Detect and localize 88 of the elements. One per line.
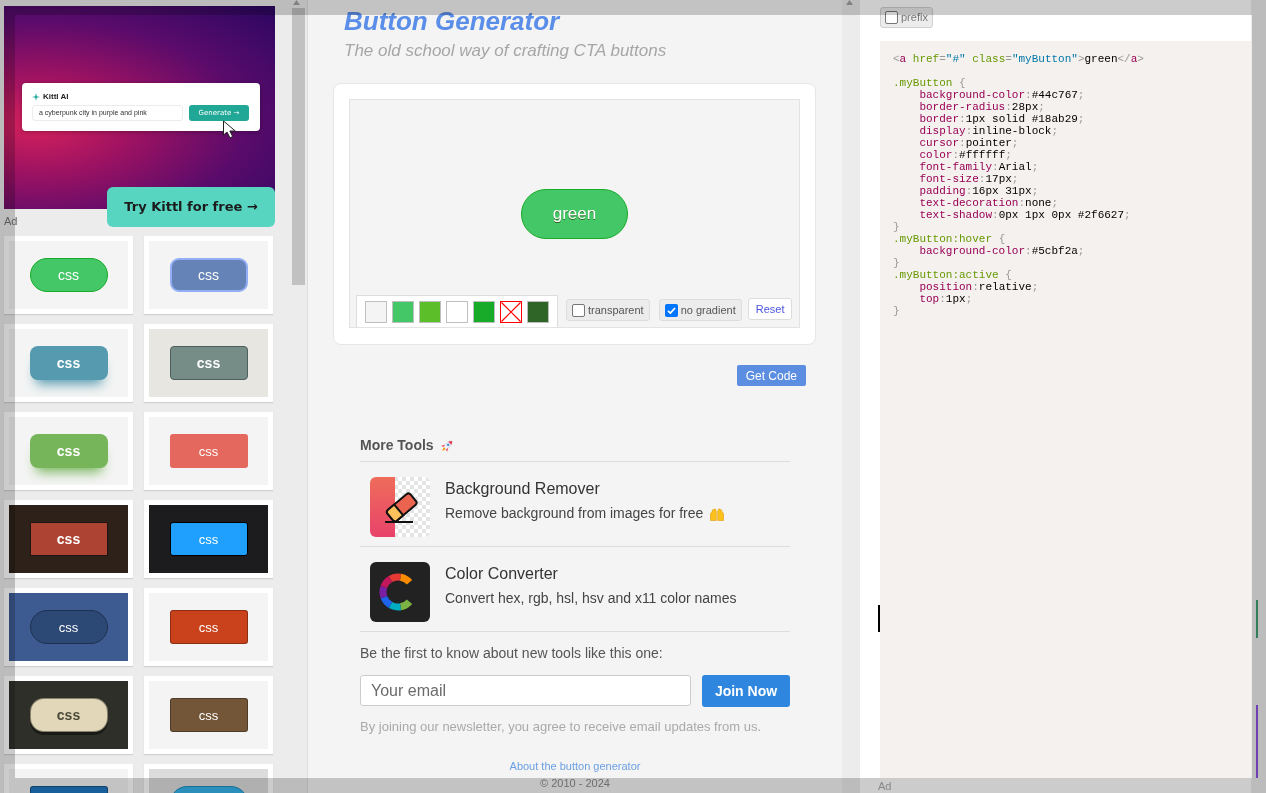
color-swatch[interactable] [446,300,468,323]
code-line: border:1px solid #18ab29; [918,113,1085,125]
sample-button[interactable]: css [169,610,248,644]
preset-card[interactable]: css [144,324,273,402]
option-toggle[interactable]: transparent [566,299,650,321]
ad-label: Ad [4,214,18,228]
preset-card[interactable]: css [144,412,273,490]
color-swatch[interactable] [365,300,387,323]
preset-card[interactable]: css [4,324,133,402]
preview-button[interactable]: green [521,189,628,239]
tool-description: Remove background from images for free [445,505,704,522]
code-line: top:1px; [918,293,973,305]
text-cursor-icon [878,605,880,632]
code-line: .myButton:active { [893,269,1012,281]
code-line: cursor:pointer; [918,137,1019,149]
edge-strip [1256,600,1258,638]
scroll-up-arrow-icon[interactable] [293,0,300,5]
checkbox[interactable] [664,303,678,317]
checkbox[interactable] [572,303,585,317]
tool-title[interactable]: Background Remover [445,479,600,498]
newsletter-prompt: Be the first to know about new tools like this one: [360,645,663,662]
color-swatch[interactable] [392,300,414,323]
preset-card[interactable]: css [4,236,133,314]
reset-button[interactable]: Reset [747,298,793,320]
code-line: position:relative; [918,281,1039,293]
try-free-button[interactable]: Try Kittl for free → [107,187,275,227]
code-line: padding:16px 31px; [918,185,1039,197]
code-line: font-family:Arial; [918,161,1039,173]
email-field[interactable]: Your email [360,675,691,706]
code-line: } [893,257,900,269]
about-link[interactable]: About the button generator [509,760,641,773]
preset-card[interactable]: css [4,676,133,754]
code-line: .myButton { [893,77,966,89]
preset-card[interactable]: css [144,500,273,578]
code-line: text-shadow:0px 1px 0px #2f6627; [918,209,1131,221]
preset-card[interactable]: css [4,412,133,490]
get-code-button[interactable]: Get Code [736,365,806,386]
cross-icon [501,301,521,322]
sparkle-icon [32,92,40,101]
color-ring-icon[interactable] [370,562,430,622]
color-swatch[interactable] [473,300,495,323]
color-swatch[interactable] [527,300,549,323]
code-line: background-color:#44c767; [918,89,1085,101]
code-line: border-radius:28px; [918,101,1045,113]
ad-label: Ad [878,781,892,792]
preset-card[interactable]: css [144,676,273,754]
preset-card[interactable]: css [144,236,273,314]
scrollbar-thumb[interactable] [292,8,305,285]
sample-button[interactable]: css [169,522,248,556]
tool-description: Convert hex, rgb, hsl, hsv and x11 color names [445,590,737,607]
code-line: } [893,305,900,317]
code-line: font-size:17px; [918,173,1019,185]
copyright-text: © 2010 - 2024 [540,777,610,790]
sample-button[interactable]: css [29,434,108,468]
join-now-button[interactable]: Join Now [702,675,790,707]
tool-title[interactable]: Color Converter [445,564,558,583]
sample-button[interactable]: css [29,258,108,292]
code-line: text-decoration:none; [918,197,1059,209]
sample-button[interactable]: css [169,346,248,380]
preset-card[interactable]: css [144,588,273,666]
sample-button[interactable]: css [169,434,248,468]
no-color-swatch[interactable] [500,300,522,323]
code-line: } [893,221,900,233]
eraser-icon[interactable] [370,477,430,537]
code-line: <a href="#" class="myButton">green</a> [893,53,1144,65]
sample-button[interactable]: css [29,346,108,380]
option-toggle[interactable]: no gradient [658,299,742,321]
code-line: display:inline-block; [918,125,1059,137]
option-toggle[interactable]: prefix [880,7,933,28]
section-heading: More Tools [360,437,434,454]
checkbox[interactable] [885,11,898,24]
preset-card[interactable]: css [4,588,133,666]
sample-button[interactable]: css [29,610,108,644]
sample-button[interactable]: css [29,698,108,732]
sample-button[interactable]: css [169,698,248,732]
ad-brand-text: Kittl AI [43,92,69,101]
code-line: color:#ffffff; [918,149,1012,161]
code-line: background-color:#5cbf2a; [918,245,1085,257]
preset-card[interactable]: css [4,500,133,578]
page-title: Button Generator [344,6,560,36]
checkmark-icon [666,306,676,314]
scroll-up-arrow-icon[interactable] [846,0,853,5]
sample-button[interactable]: css [169,258,248,292]
color-swatch[interactable] [419,300,441,323]
code-line: .myButton:hover { [893,233,1006,245]
page-subtitle: The old school way of crafting CTA buttons [344,41,667,61]
sample-button[interactable]: css [29,522,108,556]
newsletter-disclaimer: By joining our newsletter, you agree to receive email updates from us. [360,719,762,735]
